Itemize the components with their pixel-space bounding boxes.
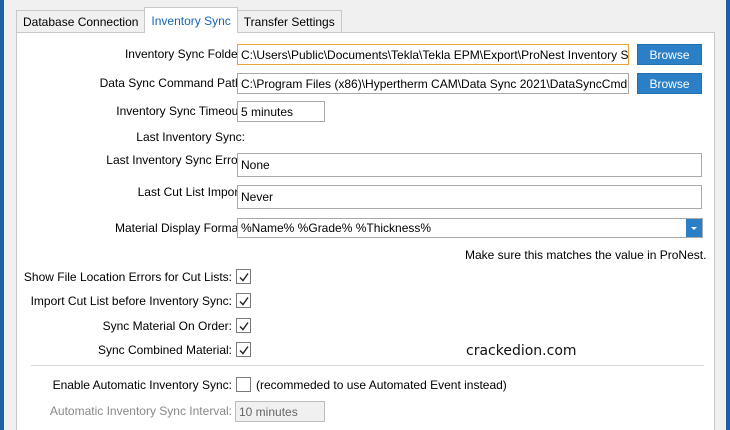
- show-file-location-errors-label: Show File Location Errors for Cut Lists:: [23, 270, 232, 284]
- enable-automatic-sync-note: (recommeded to use Automated Event inste…: [256, 378, 507, 392]
- inventory-sync-timeout-label: Inventory Sync Timeout:: [116, 104, 245, 118]
- checkmark-icon: [239, 297, 249, 306]
- tab-inventory-sync[interactable]: Inventory Sync: [144, 7, 238, 33]
- section-divider: [31, 365, 704, 366]
- material-display-format-value: %Name% %Grade% %Thickness%: [241, 221, 432, 235]
- data-sync-command-path-field[interactable]: C:\Program Files (x86)\Hypertherm CAM\Da…: [237, 73, 629, 94]
- tab-transfer-settings[interactable]: Transfer Settings: [236, 10, 342, 33]
- sync-combined-material-label: Sync Combined Material:: [97, 343, 232, 357]
- window-border-right: [726, 0, 730, 430]
- browse-command-button[interactable]: Browse: [637, 73, 702, 94]
- material-display-format-select[interactable]: %Name% %Grade% %Thickness%: [237, 218, 703, 238]
- browse-folder-button[interactable]: Browse: [637, 44, 702, 65]
- settings-window: Database Connection Inventory Sync Trans…: [0, 0, 730, 430]
- sync-material-on-order-label: Sync Material On Order:: [102, 319, 232, 333]
- checkmark-icon: [239, 322, 249, 331]
- import-cut-list-checkbox[interactable]: [236, 293, 251, 308]
- enable-automatic-sync-checkbox[interactable]: [236, 377, 251, 392]
- window-border-left: [0, 0, 4, 430]
- automatic-sync-interval-field[interactable]: 10 minutes: [235, 401, 325, 422]
- import-cut-list-label: Import Cut List before Inventory Sync:: [30, 294, 232, 308]
- inventory-sync-timeout-field[interactable]: 5 minutes: [237, 101, 325, 122]
- tab-bar: Database Connection Inventory Sync Trans…: [16, 7, 342, 33]
- automatic-sync-interval-label: Automatic Inventory Sync Interval:: [49, 404, 232, 418]
- inventory-sync-folder-field[interactable]: C:\Users\Public\Documents\Tekla\Tekla EP…: [237, 44, 629, 65]
- last-inventory-sync-error-label: Last Inventory Sync Error:: [106, 153, 245, 167]
- watermark-text: crackedion.com: [466, 343, 577, 359]
- inventory-sync-folder-label: Inventory Sync Folder:: [124, 47, 245, 61]
- checkmark-icon: [239, 346, 249, 355]
- material-format-note: Make sure this matches the value in ProN…: [465, 248, 707, 262]
- inventory-sync-panel: Inventory Sync Folder: C:\Users\Public\D…: [16, 32, 715, 430]
- last-cut-list-import-field[interactable]: Never: [237, 185, 702, 209]
- chevron-down-icon[interactable]: [686, 219, 702, 237]
- last-inventory-sync-label: Last Inventory Sync:: [136, 130, 245, 144]
- last-cut-list-import-label: Last Cut List Import:: [137, 185, 245, 199]
- last-inventory-sync-error-field[interactable]: None: [237, 153, 702, 177]
- material-display-format-label: Material Display Format:: [114, 221, 245, 235]
- checkmark-icon: [239, 273, 249, 282]
- data-sync-command-path-label: Data Sync Command Path:: [99, 76, 245, 90]
- tab-database-connection[interactable]: Database Connection: [16, 10, 146, 33]
- show-file-location-errors-checkbox[interactable]: [236, 269, 251, 284]
- sync-combined-material-checkbox[interactable]: [236, 342, 251, 357]
- sync-material-on-order-checkbox[interactable]: [236, 318, 251, 333]
- enable-automatic-sync-label: Enable Automatic Inventory Sync:: [52, 378, 232, 392]
